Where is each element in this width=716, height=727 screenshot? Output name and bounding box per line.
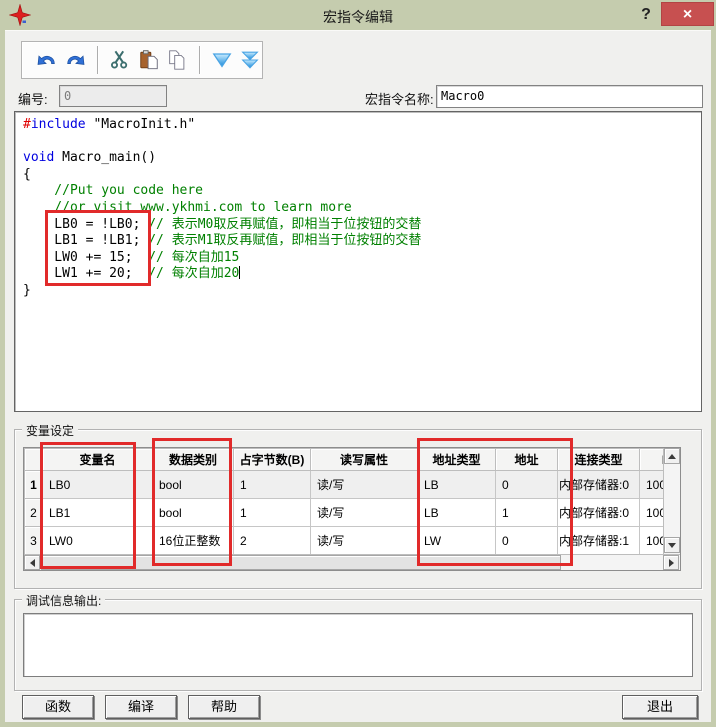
toolbar: [21, 41, 263, 79]
scroll-left-button[interactable]: [24, 555, 40, 570]
close-button[interactable]: ×: [661, 2, 714, 26]
variables-group-label: 变量设定: [22, 422, 78, 439]
left-arrow-icon: [30, 559, 35, 567]
table-cell[interactable]: 100: [640, 471, 664, 499]
code-line: void Macro_main(): [23, 150, 701, 167]
function-button[interactable]: 函数: [22, 695, 94, 719]
code-line: [23, 134, 701, 151]
paste-button[interactable]: [137, 48, 161, 72]
number-label: 编号:: [18, 89, 48, 108]
undo-button[interactable]: [35, 48, 59, 72]
redo-icon: [64, 49, 86, 71]
right-arrow-icon: [669, 559, 674, 567]
double-down-triangle-icon: [239, 49, 261, 71]
down-triangle-button[interactable]: [210, 48, 234, 72]
scroll-right-button[interactable]: [663, 555, 679, 570]
macro-number-field[interactable]: 0: [59, 85, 167, 107]
exit-button[interactable]: 退出: [622, 695, 698, 719]
table-cell[interactable]: 1: [234, 499, 311, 527]
down-triangle-icon: [211, 49, 233, 71]
table-cell[interactable]: 读/写: [311, 499, 418, 527]
up-arrow-icon: [668, 454, 676, 459]
code-line: {: [23, 167, 701, 184]
scroll-up-button[interactable]: [664, 448, 680, 464]
paste-icon: [138, 49, 160, 71]
double-down-triangle-button[interactable]: [238, 48, 262, 72]
copy-icon: [166, 49, 188, 71]
code-line: #include "MacroInit.h": [23, 117, 701, 134]
variable-name-highlight-rect: [40, 442, 136, 569]
code-highlight-rect: [45, 210, 151, 286]
down-arrow-icon: [668, 543, 676, 548]
table-cell[interactable]: 读/写: [311, 471, 418, 499]
toolbar-separator: [97, 46, 98, 74]
compile-button[interactable]: 编译: [105, 695, 177, 719]
data-type-highlight-rect: [152, 438, 232, 566]
macro-editor-window: 宏指令编辑 ? ×: [0, 0, 716, 727]
window-title: 宏指令编辑: [0, 7, 716, 27]
column-header[interactable]: 读写属性: [311, 449, 418, 471]
table-vertical-scrollbar[interactable]: [663, 448, 680, 554]
text-caret: [239, 266, 240, 279]
copy-button[interactable]: [165, 48, 189, 72]
help-titlebar-button[interactable]: ?: [634, 3, 658, 27]
table-cell[interactable]: 100: [640, 499, 664, 527]
table-cell[interactable]: 读/写: [311, 527, 418, 555]
debug-groupbox: 调试信息输出:: [14, 599, 702, 691]
column-header[interactable]: PL: [640, 449, 664, 471]
undo-icon: [36, 49, 58, 71]
redo-button[interactable]: [64, 48, 88, 72]
table-cell[interactable]: 1: [234, 471, 311, 499]
column-header[interactable]: 占字节数(B): [234, 449, 311, 471]
scroll-down-button[interactable]: [664, 537, 680, 553]
cut-icon: [109, 49, 131, 71]
cut-button[interactable]: [108, 48, 132, 72]
dialog-body: 编号: 0 宏指令名称: Macro0 #include "MacroInit.…: [5, 30, 711, 722]
address-highlight-rect: [417, 438, 573, 566]
code-line: //Put you code here: [23, 183, 701, 200]
help-button[interactable]: 帮助: [188, 695, 260, 719]
table-cell[interactable]: 2: [234, 527, 311, 555]
title-bar[interactable]: 宏指令编辑 ? ×: [0, 0, 716, 30]
toolbar-separator: [199, 46, 200, 74]
table-cell[interactable]: 100: [640, 527, 664, 555]
debug-output-area[interactable]: [23, 613, 693, 677]
debug-group-label: 调试信息输出:: [22, 592, 105, 609]
macro-name-field[interactable]: Macro0: [436, 85, 703, 108]
macro-name-label: 宏指令名称:: [365, 89, 434, 108]
